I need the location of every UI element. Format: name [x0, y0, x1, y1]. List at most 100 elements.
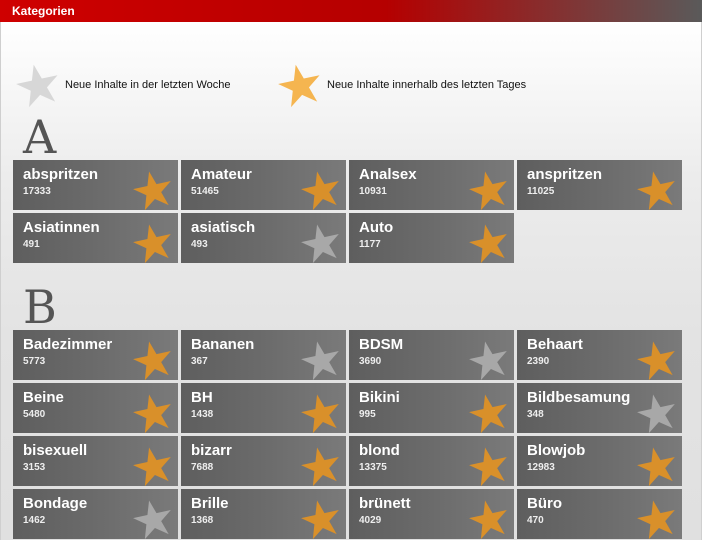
star-day-icon — [133, 171, 171, 210]
category-name: Bildbesamung — [527, 389, 631, 406]
category-count: 51465 — [191, 186, 219, 197]
category-count: 1177 — [359, 239, 381, 250]
category-count: 367 — [191, 356, 208, 367]
star-week-icon — [469, 341, 507, 380]
star-day-icon — [133, 447, 171, 486]
category-tile[interactable]: Bikini 995 — [349, 383, 514, 433]
category-tile[interactable]: Asiatinnen 491 — [13, 213, 178, 263]
category-tile[interactable]: Beine 5480 — [13, 383, 178, 433]
category-tile[interactable]: bisexuell 3153 — [13, 436, 178, 486]
category-name: asiatisch — [191, 219, 256, 236]
category-count: 3153 — [23, 462, 46, 473]
star-day-icon — [301, 171, 339, 210]
category-tile[interactable]: Bondage 1462 — [13, 489, 178, 539]
category-name: Auto — [359, 219, 394, 236]
star-day-icon — [637, 500, 675, 539]
category-count: 12983 — [527, 462, 555, 473]
category-tile[interactable]: asiatisch 493 — [181, 213, 346, 263]
category-tile[interactable]: brünett 4029 — [349, 489, 514, 539]
star-day-icon — [637, 341, 675, 380]
star-day-icon — [469, 171, 507, 210]
category-name: bizarr — [191, 442, 232, 459]
category-name: Brille — [191, 495, 229, 512]
page-title: Kategorien — [12, 4, 75, 18]
categories-panel: Neue Inhalte in der letzten Woche Neue I… — [0, 22, 702, 540]
star-day-icon — [637, 447, 675, 486]
star-day-icon — [469, 394, 507, 433]
category-tile[interactable]: Auto 1177 — [349, 213, 514, 263]
star-week-icon — [301, 341, 339, 380]
star-day-icon — [301, 394, 339, 433]
category-count: 7688 — [191, 462, 214, 473]
category-tile[interactable]: blond 13375 — [349, 436, 514, 486]
star-week-icon — [637, 394, 675, 433]
category-count: 3690 — [359, 356, 382, 367]
legend-week: Neue Inhalte in der letzten Woche — [15, 62, 231, 108]
category-name: Behaart — [527, 336, 583, 353]
category-tile[interactable]: Bananen 367 — [181, 330, 346, 380]
section-letter-a: A — [23, 110, 57, 164]
category-name: Analsex — [359, 166, 417, 183]
category-tile[interactable]: Büro 470 — [517, 489, 682, 539]
category-tile[interactable]: Blowjob 12983 — [517, 436, 682, 486]
section-letter-b: B — [23, 280, 57, 334]
category-count: 10931 — [359, 186, 387, 197]
star-day-icon — [301, 447, 339, 486]
star-day-icon — [469, 224, 507, 263]
legend-week-label: Neue Inhalte in der letzten Woche — [65, 79, 231, 91]
star-day-icon — [278, 64, 320, 108]
category-tile[interactable]: Amateur 51465 — [181, 160, 346, 210]
star-day-icon — [469, 500, 507, 539]
category-name: blond — [359, 442, 400, 459]
category-tile[interactable]: Badezimmer 5773 — [13, 330, 178, 380]
category-name: BDSM — [359, 336, 404, 353]
category-name: anspritzen — [527, 166, 603, 183]
category-name: BH — [191, 389, 213, 406]
window-title-bar: Kategorien — [0, 0, 702, 22]
category-tile[interactable]: abspritzen 17333 — [13, 160, 178, 210]
category-count: 995 — [359, 409, 376, 420]
category-count: 4029 — [359, 515, 382, 526]
category-count: 493 — [191, 239, 208, 250]
star-week-icon — [16, 64, 58, 108]
category-name: abspritzen — [23, 166, 99, 183]
category-grid-a: abspritzen 17333 Amateur 51465 Analsex 10931 a… — [13, 160, 685, 263]
category-tile[interactable]: Bildbesamung 348 — [517, 383, 682, 433]
star-day-icon — [133, 224, 171, 263]
legend-day: Neue Inhalte innerhalb des letzten Tages — [277, 62, 526, 108]
category-name: Bikini — [359, 389, 400, 406]
category-count: 2390 — [527, 356, 550, 367]
category-tile[interactable]: BDSM 3690 — [349, 330, 514, 380]
category-tile[interactable]: BH 1438 — [181, 383, 346, 433]
category-name: Blowjob — [527, 442, 586, 459]
category-name: bisexuell — [23, 442, 88, 459]
category-tile[interactable]: Brille 1368 — [181, 489, 346, 539]
category-name: brünett — [359, 495, 411, 512]
category-count: 11025 — [527, 186, 555, 197]
category-tile[interactable]: anspritzen 11025 — [517, 160, 682, 210]
category-count: 5773 — [23, 356, 46, 367]
star-week-icon — [301, 224, 339, 263]
star-day-icon — [301, 500, 339, 539]
category-tile[interactable]: bizarr 7688 — [181, 436, 346, 486]
star-day-icon — [133, 341, 171, 380]
category-name: Bananen — [191, 336, 255, 353]
category-name: Bondage — [23, 495, 88, 512]
category-name: Beine — [23, 389, 64, 406]
category-count: 17333 — [23, 186, 51, 197]
star-day-icon — [469, 447, 507, 486]
category-name: Amateur — [191, 166, 252, 183]
category-count: 470 — [527, 515, 544, 526]
category-name: Büro — [527, 495, 562, 512]
category-count: 1462 — [23, 515, 46, 526]
category-count: 348 — [527, 409, 544, 420]
category-tile[interactable]: Behaart 2390 — [517, 330, 682, 380]
category-count: 5480 — [23, 409, 46, 420]
category-count: 1368 — [191, 515, 214, 526]
star-day-icon — [133, 394, 171, 433]
legend-day-label: Neue Inhalte innerhalb des letzten Tages — [327, 79, 527, 91]
category-name: Badezimmer — [23, 336, 113, 353]
category-grid-b: Badezimmer 5773 Bananen 367 BDSM 3690 Behaart 2… — [13, 330, 685, 539]
star-day-icon — [637, 171, 675, 210]
category-tile[interactable]: Analsex 10931 — [349, 160, 514, 210]
